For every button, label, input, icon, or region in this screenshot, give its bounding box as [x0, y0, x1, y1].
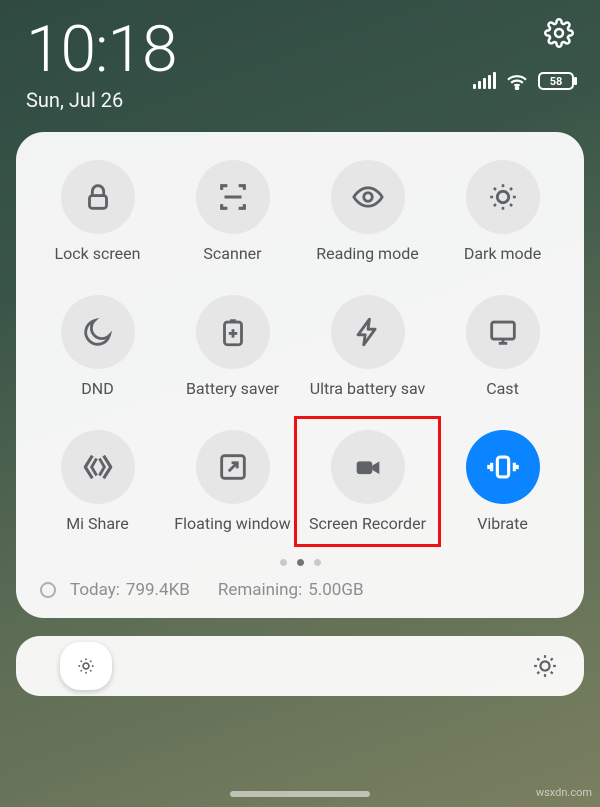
tile-dark-mode[interactable]: Dark mode — [435, 160, 570, 263]
lock-screen-toggle[interactable] — [61, 160, 135, 234]
data-usage-icon — [40, 582, 56, 598]
screen-recorder-toggle[interactable] — [331, 430, 405, 504]
float-icon — [216, 450, 250, 484]
mishare-icon — [81, 450, 115, 484]
scanner-toggle[interactable] — [196, 160, 270, 234]
tile-label: Screen Recorder — [309, 514, 426, 533]
tile-lock-screen[interactable]: Lock screen — [30, 160, 165, 263]
data-remaining-label: Remaining: — [218, 580, 302, 600]
wifi-icon — [506, 72, 528, 90]
tile-dnd[interactable]: DND — [30, 295, 165, 398]
floating-window-toggle[interactable] — [196, 430, 270, 504]
tile-label: DND — [81, 379, 113, 398]
tile-mi-share[interactable]: Mi Share — [30, 430, 165, 533]
brightness-thumb[interactable] — [60, 642, 112, 690]
quick-settings-panel: Lock screen Scanner Reading mode Dark mode D… — [16, 132, 584, 618]
tile-label: Dark mode — [464, 244, 541, 263]
tile-floating-window[interactable]: Floating window — [165, 430, 300, 533]
tile-label: Vibrate — [477, 514, 528, 533]
page-indicator[interactable] — [30, 559, 570, 566]
moon-icon — [81, 315, 115, 349]
data-today-value: 799.4KB — [126, 580, 190, 600]
data-usage-row[interactable]: Today: 799.4KB Remaining: 5.00GB — [30, 580, 570, 600]
cast-toggle[interactable] — [466, 295, 540, 369]
tile-label: Mi Share — [66, 514, 129, 533]
tile-label: Reading mode — [316, 244, 418, 263]
bolt-icon — [351, 315, 385, 349]
battery-saver-toggle[interactable] — [196, 295, 270, 369]
cast-icon — [486, 315, 520, 349]
tile-scanner[interactable]: Scanner — [165, 160, 300, 263]
vibrate-toggle[interactable] — [466, 430, 540, 504]
ultra-battery-toggle[interactable] — [331, 295, 405, 369]
darkmode-icon — [486, 180, 520, 214]
tile-vibrate[interactable]: Vibrate — [435, 430, 570, 533]
tile-ultra-battery[interactable]: Ultra battery sav — [300, 295, 435, 398]
tile-reading-mode[interactable]: Reading mode — [300, 160, 435, 263]
brightness-high-icon — [532, 653, 558, 679]
tile-cast[interactable]: Cast — [435, 295, 570, 398]
clock-time: 10:18 — [26, 18, 176, 82]
lock-icon — [81, 180, 115, 214]
data-remaining-value: 5.00GB — [308, 580, 363, 600]
reading-mode-toggle[interactable] — [331, 160, 405, 234]
page-dot[interactable] — [314, 559, 321, 566]
tile-label: Cast — [486, 379, 519, 398]
brightness-low-icon — [76, 656, 96, 676]
tile-label: Lock screen — [55, 244, 141, 263]
signal-icon — [473, 73, 496, 89]
tile-label: Floating window — [174, 514, 290, 533]
dnd-toggle[interactable] — [61, 295, 135, 369]
nav-gesture-pill[interactable] — [230, 791, 370, 797]
dark-mode-toggle[interactable] — [466, 160, 540, 234]
scanner-icon — [216, 180, 250, 214]
eye-icon — [351, 180, 385, 214]
tile-screen-recorder[interactable]: Screen Recorder — [300, 430, 435, 533]
tile-label: Ultra battery sav — [310, 379, 426, 398]
mi-share-toggle[interactable] — [61, 430, 135, 504]
battery-indicator: 58 — [538, 72, 574, 90]
settings-button[interactable] — [544, 18, 574, 48]
battery-icon — [216, 315, 250, 349]
page-dot[interactable] — [297, 559, 304, 566]
data-today-label: Today: — [70, 580, 120, 600]
page-dot[interactable] — [280, 559, 287, 566]
tile-label: Battery saver — [186, 379, 279, 398]
tile-label: Scanner — [203, 244, 261, 263]
clock-date: Sun, Jul 26 — [26, 88, 176, 112]
watermark: wsxdn.com — [536, 786, 592, 799]
brightness-slider[interactable] — [16, 636, 584, 696]
vibrate-icon — [486, 450, 520, 484]
tile-battery-saver[interactable]: Battery saver — [165, 295, 300, 398]
camcorder-icon — [351, 450, 385, 484]
gear-icon — [544, 18, 574, 48]
